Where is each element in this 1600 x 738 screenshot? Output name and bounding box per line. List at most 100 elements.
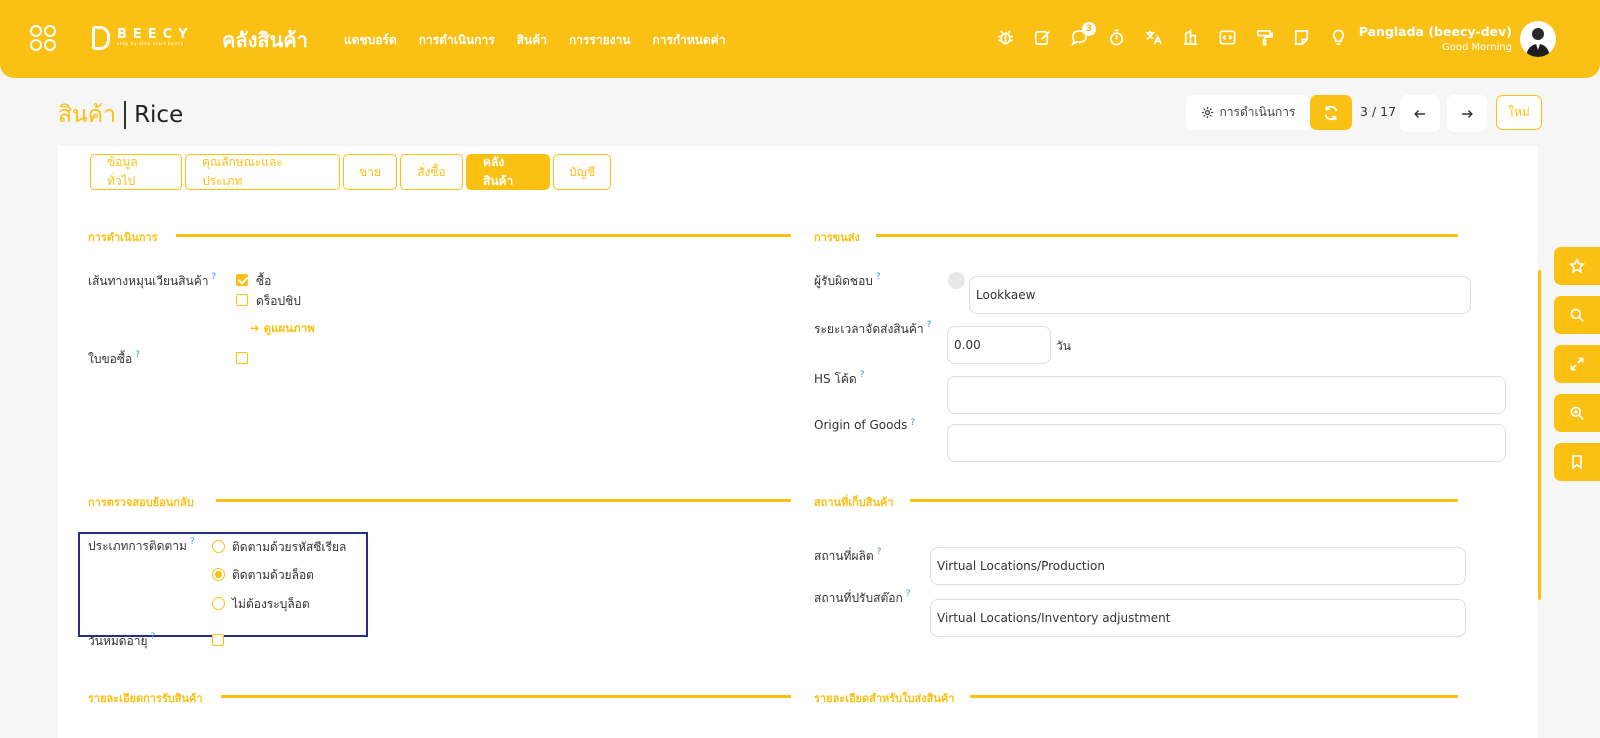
- side-tools: [1554, 247, 1600, 481]
- responsible-label: ผู้รับผิดชอบ?: [814, 272, 881, 288]
- code-icon[interactable]: [1218, 28, 1237, 47]
- paint-roller-icon[interactable]: [1255, 28, 1274, 47]
- breadcrumb-current: Rice: [134, 102, 184, 128]
- lead-time-input[interactable]: 0.00: [947, 326, 1051, 364]
- hs-code-label: HS โค้ด?: [814, 370, 865, 386]
- action-menu-label: การดำเนินการ: [1219, 105, 1296, 119]
- action-menu-button[interactable]: การดำเนินการ: [1186, 95, 1310, 130]
- breadcrumb-parent[interactable]: สินค้า: [58, 97, 116, 133]
- nav-products[interactable]: สินค้า: [517, 31, 547, 50]
- brand-logo[interactable]: BEECY step by step start beecy: [92, 26, 194, 50]
- refresh-button[interactable]: [1310, 95, 1352, 130]
- origin-label: Origin of Goods?: [814, 418, 916, 432]
- tracking-label: ประเภทการติดตาม?: [88, 537, 195, 553]
- section-title-operations: การดำเนินการ: [88, 231, 158, 244]
- requisition-label: ใบขอซื้อ?: [88, 350, 141, 366]
- tracking-none-radio[interactable]: [212, 597, 225, 610]
- pager-value[interactable]: 3 / 17: [1360, 104, 1396, 119]
- origin-input[interactable]: [947, 424, 1506, 462]
- help-icon[interactable]: ?: [190, 537, 195, 547]
- route-buy-label: ซื้อ: [256, 274, 272, 288]
- user-name[interactable]: Panglada (beecy-dev): [1359, 24, 1512, 39]
- nav-configuration[interactable]: การกำหนดค่า: [652, 31, 725, 50]
- brand-tagline: step by step start beecy: [117, 42, 184, 47]
- systray: 3: [996, 22, 1348, 47]
- timer-icon[interactable]: [1107, 28, 1126, 47]
- lightbulb-icon[interactable]: [1329, 28, 1348, 47]
- hs-code-input[interactable]: [947, 376, 1506, 414]
- previous-record-button[interactable]: [1400, 95, 1440, 132]
- help-icon[interactable]: ?: [910, 418, 915, 428]
- responsible-input[interactable]: Lookkaew: [969, 276, 1471, 314]
- tracking-lot-radio[interactable]: [212, 568, 225, 581]
- requisition-checkbox[interactable]: [236, 352, 248, 364]
- expiry-label: วันหมดอายุ?: [88, 632, 156, 648]
- help-icon[interactable]: ?: [151, 632, 156, 642]
- nav-operations[interactable]: การดำเนินการ: [419, 31, 495, 50]
- tracking-none-label: ไม่ต้องระบุล็อต: [232, 597, 310, 611]
- route-buy-checkbox[interactable]: [236, 274, 248, 286]
- next-record-button[interactable]: [1447, 95, 1487, 132]
- lead-time-label: ระยะเวลาจัดส่งสินค้า?: [814, 320, 932, 336]
- search-button[interactable]: [1554, 296, 1600, 334]
- translate-icon[interactable]: [1144, 28, 1163, 47]
- beecy-logo-icon: [92, 26, 110, 50]
- tracking-serial-radio[interactable]: [212, 540, 225, 553]
- favorite-button[interactable]: [1554, 247, 1600, 285]
- user-avatar[interactable]: [1520, 21, 1556, 57]
- help-icon[interactable]: ?: [860, 370, 865, 380]
- help-icon[interactable]: ?: [212, 272, 217, 282]
- help-icon[interactable]: ?: [877, 547, 882, 557]
- nav-reporting[interactable]: การรายงาน: [569, 31, 630, 50]
- arrow-left-icon: [1414, 109, 1425, 118]
- arrow-right-icon: [1462, 109, 1473, 118]
- tab-sales[interactable]: ขาย: [343, 154, 397, 190]
- help-icon[interactable]: ?: [927, 320, 932, 330]
- section-title-delivery: รายละเอียดสำหรับใบส่งสินค้า: [814, 692, 955, 705]
- section-divider: [876, 234, 1458, 237]
- apps-menu-icon[interactable]: [30, 25, 56, 51]
- scrollbar[interactable]: [1538, 270, 1541, 600]
- refresh-icon: [1324, 105, 1338, 120]
- tab-general-info[interactable]: ข้อมูลทั่วไป: [90, 154, 182, 190]
- tab-purchase[interactable]: สั่งซื้อ: [400, 154, 463, 190]
- brand-name: BEECY: [117, 27, 194, 42]
- app-title: คลังสินค้า: [222, 28, 308, 52]
- tracking-lot-label: ติดตามด้วยล็อต: [232, 568, 314, 582]
- help-icon[interactable]: ?: [876, 272, 881, 282]
- tab-accounting[interactable]: บัญชี: [553, 154, 611, 190]
- route-dropship-label: ดร็อปชิป: [256, 294, 301, 308]
- view-diagram-link[interactable]: ➔ ดูแผนภาพ: [250, 320, 315, 338]
- breadcrumb: สินค้า Rice: [58, 97, 183, 133]
- chat-icon[interactable]: 3: [1070, 22, 1096, 47]
- inventory-location-label: สถานที่ปรับสต๊อก?: [814, 589, 911, 605]
- star-icon: [1569, 258, 1585, 274]
- expiry-checkbox[interactable]: [212, 634, 224, 646]
- lead-time-unit: วัน: [1056, 339, 1071, 353]
- help-icon[interactable]: ?: [906, 589, 911, 599]
- production-location-label: สถานที่ผลิต?: [814, 547, 882, 563]
- nav-dashboard[interactable]: แดชบอร์ด: [344, 31, 397, 50]
- building-icon[interactable]: [1181, 28, 1200, 47]
- bookmark-button[interactable]: [1554, 443, 1600, 481]
- route-dropship-checkbox[interactable]: [236, 294, 248, 306]
- expand-button[interactable]: [1554, 345, 1600, 383]
- section-divider: [910, 499, 1458, 502]
- breadcrumb-separator: [124, 101, 127, 129]
- inventory-location-input[interactable]: Virtual Locations/Inventory adjustment: [930, 599, 1466, 637]
- note-icon[interactable]: [1292, 28, 1311, 47]
- zoom-icon: [1570, 406, 1584, 420]
- search-icon: [1570, 308, 1584, 322]
- new-record-button[interactable]: ใหม่: [1496, 95, 1542, 130]
- zoom-button[interactable]: [1554, 394, 1600, 432]
- routes-label: เส้นทางหมุนเวียนสินค้า?: [88, 272, 217, 288]
- bug-icon[interactable]: [996, 28, 1015, 47]
- edit-icon[interactable]: [1033, 28, 1052, 47]
- bookmark-icon: [1572, 455, 1582, 470]
- section-divider: [216, 499, 791, 502]
- section-title-locations: สถานที่เก็บสินค้า: [814, 496, 894, 509]
- tab-inventory[interactable]: คลังสินค้า: [466, 154, 550, 190]
- help-icon[interactable]: ?: [135, 350, 140, 360]
- tab-attributes-variants[interactable]: คุณลักษณะและประเภท: [185, 154, 340, 190]
- production-location-input[interactable]: Virtual Locations/Production: [930, 547, 1466, 585]
